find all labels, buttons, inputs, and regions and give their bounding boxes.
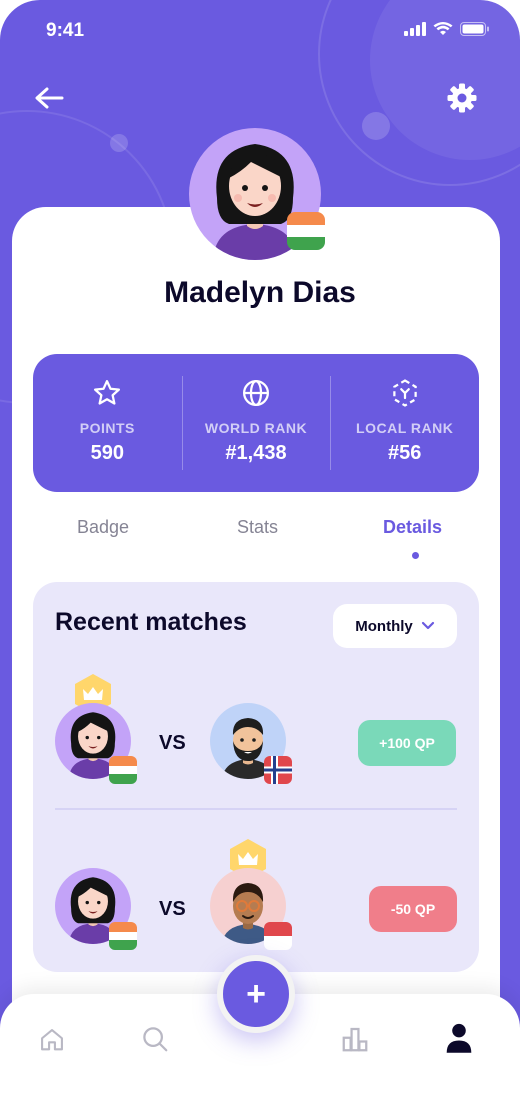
norway-flag-icon	[264, 756, 292, 784]
profile-screen: 9:41 Madelyn Dias POINTS 590 WORLD RANK …	[0, 0, 520, 1114]
stats-panel: POINTS 590 WORLD RANK #1,438 LOCAL RANK …	[33, 354, 479, 492]
active-tab-indicator	[412, 552, 419, 559]
plus-icon: +	[246, 975, 266, 1013]
india-flag-icon	[109, 756, 137, 784]
stat-value: #56	[387, 442, 422, 464]
stat-value: #1,438	[225, 442, 287, 464]
status-icons	[404, 22, 490, 36]
period-dropdown-value: Monthly	[355, 617, 413, 635]
period-dropdown[interactable]: Monthly	[333, 604, 457, 648]
wifi-icon	[433, 22, 453, 35]
tab-stats[interactable]: Stats	[237, 517, 278, 538]
score-change-badge: +100 QP	[358, 720, 456, 766]
stat-local-rank: LOCAL RANK #56	[330, 354, 479, 492]
decor-dot-2	[110, 134, 128, 152]
star-icon	[94, 380, 121, 405]
stat-value: 590	[90, 442, 125, 464]
leaderboard-icon[interactable]	[340, 1024, 370, 1054]
match-divider	[55, 808, 457, 810]
india-flag-icon	[109, 922, 137, 950]
profile-icon[interactable]	[444, 1022, 474, 1054]
stat-world-rank: WORLD RANK #1,438	[181, 354, 331, 492]
stat-label: WORLD RANK	[204, 420, 308, 436]
score-change-badge: -50 QP	[369, 886, 457, 932]
status-bar: 9:41	[46, 18, 490, 44]
vs-label: VS	[159, 732, 186, 754]
recent-matches-panel: Recent matches Monthly VS +100 QP VS -50…	[33, 582, 479, 972]
indonesia-flag-icon	[264, 922, 292, 950]
back-arrow-icon[interactable]	[33, 84, 65, 112]
stat-label: LOCAL RANK	[356, 420, 454, 436]
search-icon[interactable]	[140, 1024, 170, 1054]
stat-points: POINTS 590	[33, 354, 182, 492]
battery-icon	[460, 22, 489, 36]
home-icon[interactable]	[38, 1026, 66, 1054]
status-time: 9:41	[46, 20, 85, 41]
add-button[interactable]: +	[217, 955, 295, 1033]
stat-label: POINTS	[79, 420, 135, 436]
tab-details[interactable]: Details	[383, 517, 442, 538]
gear-icon[interactable]	[446, 82, 478, 114]
tab-badge[interactable]: Badge	[77, 517, 129, 538]
globe-icon	[243, 380, 269, 406]
profile-name: Madelyn Dias	[164, 276, 356, 309]
signal-icon	[404, 22, 426, 36]
chevron-down-icon	[421, 621, 434, 630]
local-rank-icon	[392, 379, 417, 407]
recent-matches-title: Recent matches	[55, 608, 247, 636]
decor-dot-1	[362, 112, 390, 140]
vs-label: VS	[159, 898, 186, 920]
india-flag-icon	[287, 212, 325, 250]
profile-tabs: Badge Stats Details	[0, 517, 520, 557]
